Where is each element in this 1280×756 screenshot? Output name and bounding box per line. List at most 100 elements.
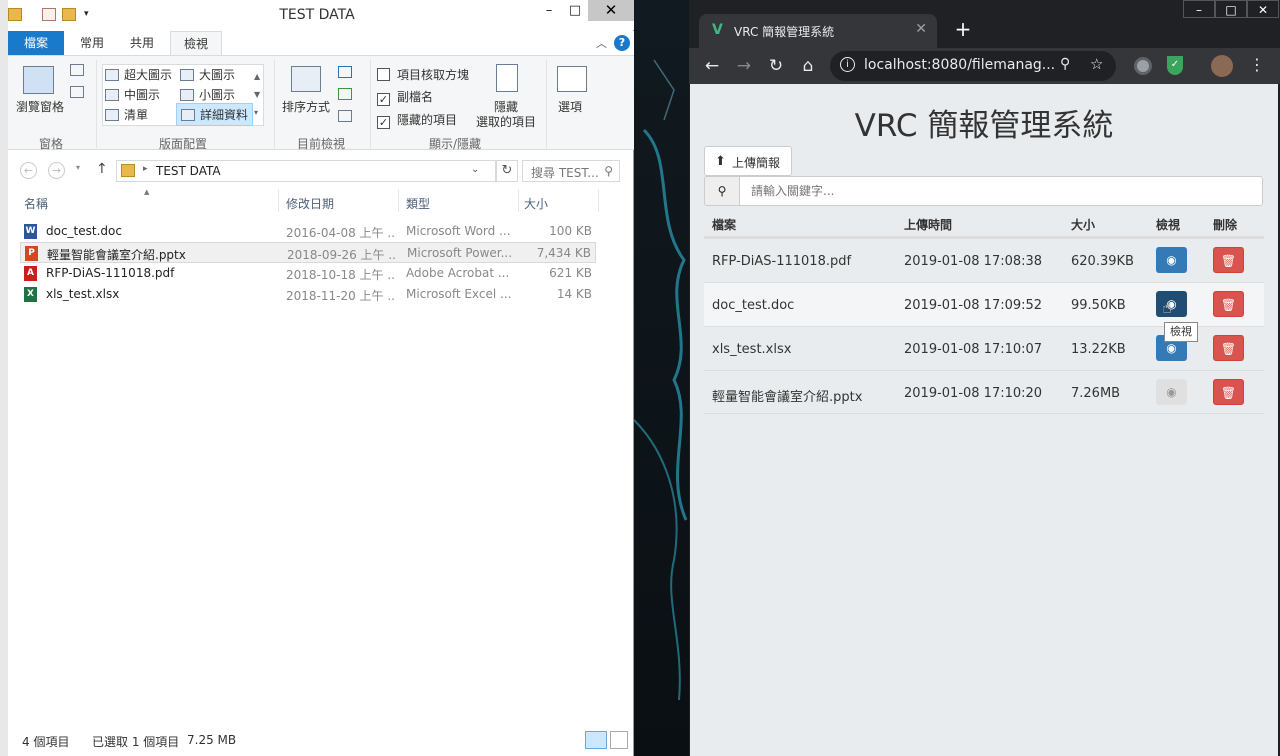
back-icon[interactable]: ← <box>699 54 725 78</box>
layout-small[interactable]: 小圖示 <box>180 86 235 103</box>
recent-dropdown-icon[interactable]: ▾ <box>76 163 80 172</box>
url-text[interactable]: localhost:8080/filemanag... <box>864 57 1054 73</box>
column-type[interactable]: 類型 <box>406 195 430 212</box>
refresh-icon[interactable]: ↻ <box>496 160 518 182</box>
info-icon[interactable]: i <box>840 57 855 72</box>
file-row[interactable]: W doc_test.doc 2016-04-08 上午 ... Microso… <box>20 221 596 242</box>
navigation-pane-icon[interactable] <box>23 66 54 94</box>
sort-by-icon[interactable] <box>291 66 321 92</box>
extension-icon[interactable] <box>1134 57 1152 75</box>
search-input[interactable]: 搜尋 TEST... ⚲ <box>522 160 620 182</box>
checkbox-checked[interactable]: ✓ <box>377 116 390 129</box>
column-size[interactable]: 大小 <box>524 195 548 212</box>
address-bar[interactable]: i localhost:8080/filemanag... ⚲ ☆ <box>830 51 1116 81</box>
tab-file[interactable]: 檔案 <box>8 31 64 55</box>
layout-scroll-icon[interactable]: ▲ ▼ ▾ <box>254 68 260 122</box>
details-view-icon[interactable] <box>585 731 607 749</box>
ribbon-tabs: 檔案 常用 共用 檢視 ︿ ? <box>0 31 634 55</box>
tab-view[interactable]: 檢視 <box>170 31 222 55</box>
large-icons-view-icon[interactable] <box>610 731 628 749</box>
file-type: Microsoft Power... <box>407 246 513 260</box>
view-button[interactable]: ◉ <box>1156 379 1187 405</box>
item-checkboxes-toggle[interactable]: 項目核取方塊 <box>377 66 469 83</box>
layout-list[interactable]: 清單 <box>105 106 148 123</box>
avatar[interactable] <box>1211 55 1233 77</box>
address-box[interactable]: ▸ TEST DATA ⌄ <box>116 160 496 182</box>
file-date: 2018-11-20 上午 ... <box>286 289 396 303</box>
address-dropdown-icon[interactable]: ⌄ <box>471 164 479 175</box>
tab-share[interactable]: 共用 <box>120 31 164 55</box>
menu-icon[interactable]: ⋮ <box>1249 55 1265 74</box>
shield-extension-icon[interactable]: ✓ <box>1167 56 1183 75</box>
close-tab-icon[interactable]: ✕ <box>915 21 927 37</box>
layout-extra-large[interactable]: 超大圖示 <box>105 66 172 83</box>
file-cell: RFP-DiAS-111018.pdf <box>712 254 852 269</box>
close-button[interactable]: ✕ <box>1247 0 1279 18</box>
options-icon[interactable] <box>557 66 587 92</box>
checkbox-unchecked[interactable] <box>377 68 390 81</box>
column-date[interactable]: 修改日期 <box>286 195 334 212</box>
file-date: 2018-09-26 上午 ... <box>287 248 397 262</box>
add-columns-icon[interactable] <box>338 88 352 100</box>
file-extensions-toggle[interactable]: ✓ 副檔名 <box>377 88 433 106</box>
hide-selected-icon[interactable] <box>496 64 518 92</box>
details-icon <box>181 109 195 121</box>
new-tab-button[interactable]: + <box>949 18 977 42</box>
layout-large[interactable]: 大圖示 <box>180 66 235 83</box>
group-by-icon[interactable] <box>338 66 352 78</box>
explorer-titlebar: ▾ TEST DATA – □ ✕ <box>0 0 634 30</box>
powerpoint-icon: P <box>25 246 38 261</box>
view-button[interactable]: ◉ <box>1156 247 1187 273</box>
list-icon <box>105 109 119 121</box>
reload-icon[interactable]: ↻ <box>763 54 789 78</box>
search-icon: ⚲ <box>604 164 613 178</box>
delete-button[interactable]: 🗑 <box>1213 291 1244 317</box>
trash-icon: 🗑 <box>1220 298 1237 312</box>
maximize-button[interactable]: □ <box>562 0 588 21</box>
navigation-pane-button[interactable]: 瀏覽窗格 <box>16 98 64 115</box>
home-icon[interactable]: ⌂ <box>795 54 821 78</box>
help-icon[interactable]: ? <box>614 35 630 51</box>
close-button[interactable]: ✕ <box>588 0 634 21</box>
tab-home[interactable]: 常用 <box>70 31 114 55</box>
explorer-frame <box>0 0 8 756</box>
file-name: doc_test.doc <box>46 224 122 238</box>
delete-button[interactable]: 🗑 <box>1213 247 1244 273</box>
back-icon[interactable]: ← <box>20 162 37 179</box>
forward-icon[interactable]: → <box>731 54 757 78</box>
sort-by-button[interactable]: 排序方式 <box>282 98 330 115</box>
size-columns-icon[interactable] <box>338 110 352 122</box>
hide-selected-label2[interactable]: 選取的項目 <box>476 113 536 130</box>
tab-title: VRC 簡報管理系統 <box>734 25 835 39</box>
options-button[interactable]: 選項 <box>558 98 582 115</box>
delete-button[interactable]: 🗑 <box>1213 335 1244 361</box>
address-path[interactable]: TEST DATA <box>156 164 221 178</box>
keyword-search-input[interactable] <box>739 176 1263 206</box>
hidden-items-toggle[interactable]: ✓ 隱藏的項目 <box>377 111 457 129</box>
table-header: 檔案 上傳時間 大小 檢視 刪除 <box>704 208 1264 238</box>
file-row[interactable]: X xls_test.xlsx 2018-11-20 上午 ... Micros… <box>20 284 596 305</box>
up-icon[interactable]: ↑ <box>96 161 108 177</box>
file-row[interactable]: A RFP-DiAS-111018.pdf 2018-10-18 上午 ... … <box>20 263 596 284</box>
file-cell: doc_test.doc <box>712 298 795 313</box>
minimize-button[interactable]: – <box>1183 0 1215 18</box>
bookmark-star-icon[interactable]: ☆ <box>1090 55 1103 73</box>
zoom-icon[interactable]: ⚲ <box>1060 56 1070 72</box>
file-row[interactable]: P 輕量智能會議室介紹.pptx 2018-09-26 上午 ... Micro… <box>20 242 596 263</box>
trash-icon: 🗑 <box>1220 386 1237 400</box>
table-row: doc_test.doc 2019-01-08 17:09:52 99.50KB… <box>704 282 1264 326</box>
checkbox-checked[interactable]: ✓ <box>377 93 390 106</box>
layout-details[interactable]: 詳細資料 <box>176 103 254 126</box>
upload-button[interactable]: ⬆ 上傳簡報 <box>704 146 792 176</box>
details-pane-icon[interactable] <box>70 86 84 98</box>
browser-tab[interactable]: V VRC 簡報管理系統 ✕ <box>699 14 937 48</box>
maximize-button[interactable]: □ <box>1215 0 1247 18</box>
collapse-ribbon-icon[interactable]: ︿ <box>596 35 607 51</box>
delete-button[interactable]: 🗑 <box>1213 379 1244 405</box>
status-count: 4 個項目 <box>22 735 70 749</box>
column-name[interactable]: 名稱 <box>24 195 48 212</box>
minimize-button[interactable]: – <box>536 0 562 21</box>
preview-pane-icon[interactable] <box>70 64 84 76</box>
layout-medium[interactable]: 中圖示 <box>105 86 160 103</box>
forward-icon[interactable]: → <box>48 162 65 179</box>
